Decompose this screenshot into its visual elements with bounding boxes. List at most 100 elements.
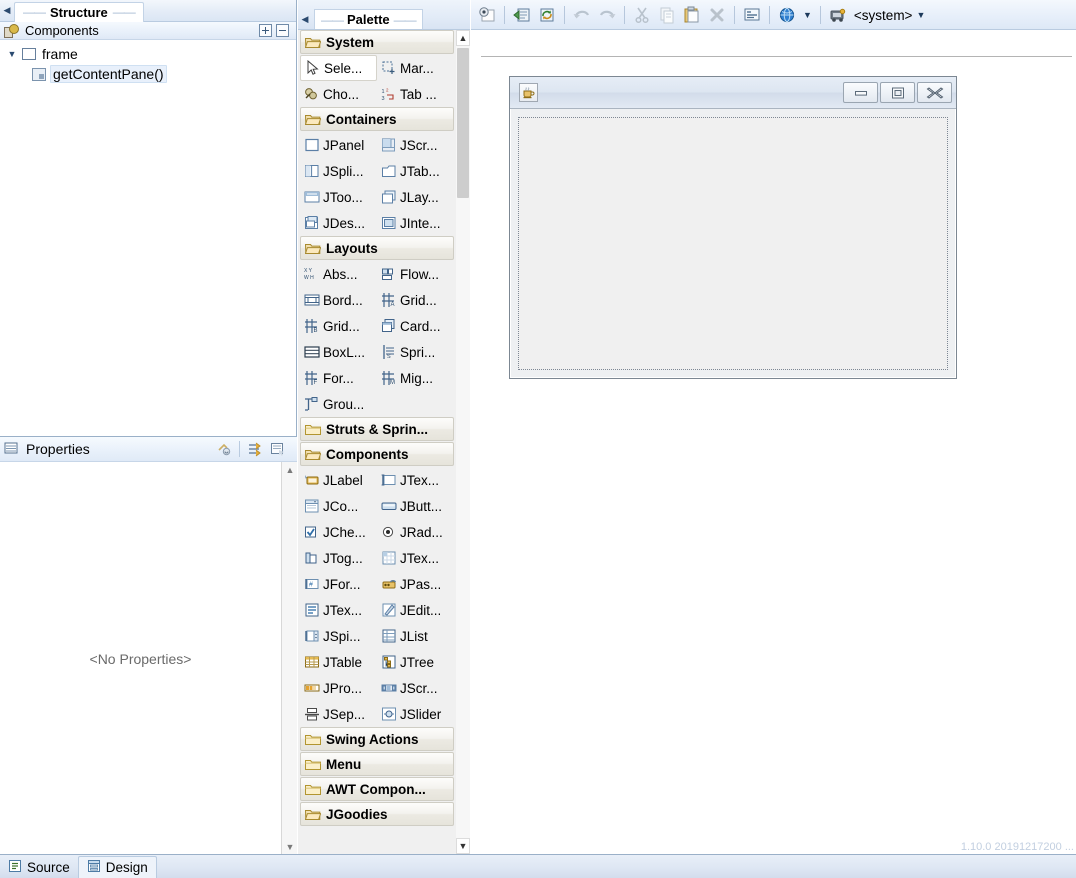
palette-category-system[interactable]: System (300, 30, 454, 54)
palette-category-awt-compon[interactable]: AWT Compon... (300, 777, 454, 801)
maximize-button[interactable] (880, 82, 915, 103)
folder-open-icon (304, 808, 322, 821)
palette-item-boxl[interactable]: BoxL... (300, 339, 377, 365)
palette-item-tab[interactable]: 1 2 3 Tab ... (377, 81, 454, 107)
folder-closed-icon (305, 423, 321, 436)
frame-titlebar[interactable] (510, 77, 956, 109)
palette-scroll-up-icon[interactable]: ▲ (456, 30, 470, 46)
palette-item-jfor[interactable]: # JFor... (300, 571, 377, 597)
open-source-icon[interactable] (510, 3, 534, 27)
tab-structure[interactable]: —— Structure —— (14, 1, 144, 22)
palette-category-label: Components (326, 446, 409, 462)
palette-category-struts-sprin[interactable]: Struts & Sprin... (300, 417, 454, 441)
tab-palette[interactable]: —— Palette —— (314, 9, 423, 29)
collapse-left-arrow-icon[interactable]: ◀ (0, 1, 14, 21)
scroll-up-icon[interactable]: ▲ (282, 462, 298, 478)
restore-default-icon[interactable] (216, 441, 232, 457)
tree-row[interactable]: ▼ frame (0, 44, 296, 64)
expand-all-button[interactable] (259, 24, 272, 37)
palette-item-jtoo[interactable]: JToo... (300, 184, 377, 210)
properties-scrollbar[interactable]: ▲ ▼ (281, 462, 297, 855)
palette-item-jtex[interactable]: JTex... (300, 597, 377, 623)
palette-item-flow[interactable]: Flow... (377, 261, 454, 287)
palette-collapse-arrow-icon[interactable]: ◀ (298, 9, 312, 29)
palette-scrollbar[interactable]: ▲ ▼ (456, 30, 470, 854)
palette-item-jinte[interactable]: JInte... (377, 210, 454, 236)
palette-item-jlay[interactable]: JLay... (377, 184, 454, 210)
palette-item-mig[interactable]: M Mig... (377, 365, 454, 391)
palette-item-jtex[interactable]: JTex... (377, 467, 454, 493)
palette-category-jgoodies[interactable]: JGoodies (300, 802, 454, 826)
look-and-feel-dropdown-arrow-icon[interactable]: ▼ (916, 10, 925, 20)
palette-item-jscr[interactable]: JScr... (377, 132, 454, 158)
palette-item-card[interactable]: Card... (377, 313, 454, 339)
locale-dropdown-arrow-icon[interactable]: ▼ (803, 10, 812, 20)
palette-item-jtree[interactable]: JTree (377, 649, 454, 675)
palette-item-jpro[interactable]: JPro... (300, 675, 377, 701)
palette-item-jche[interactable]: JChe... (300, 519, 377, 545)
palette-item-jrad[interactable]: JRad... (377, 519, 454, 545)
palette-item-bord[interactable]: Bord... (300, 287, 377, 313)
palette-item-jsep[interactable]: JSep... (300, 701, 377, 727)
tab-design[interactable]: Design (77, 856, 157, 878)
jtree-icon (381, 654, 397, 670)
palette-item-jpanel[interactable]: JPanel (300, 132, 377, 158)
tab-source[interactable]: Source (0, 856, 78, 878)
palette-scroll-down-icon[interactable]: ▼ (456, 838, 470, 854)
scroll-down-icon[interactable]: ▼ (282, 839, 298, 855)
cut-icon[interactable] (630, 3, 654, 27)
palette-item-jlist[interactable]: JList (377, 623, 454, 649)
palette-item-jco[interactable]: JCo... (300, 493, 377, 519)
palette-item-jtable[interactable]: JTable (300, 649, 377, 675)
show-events-icon[interactable] (270, 441, 286, 457)
tree-row[interactable]: getContentPane() (0, 64, 296, 84)
palette-item-grou[interactable]: Grou... (300, 391, 377, 417)
palette-item-grid[interactable]: A Grid... (377, 287, 454, 313)
palette-item-jspi[interactable]: JSpi... (300, 623, 377, 649)
palette-category-layouts[interactable]: Layouts (300, 236, 454, 260)
tab-dash-right: —— (112, 5, 136, 19)
palette-item-jtab[interactable]: JTab... (377, 158, 454, 184)
palette-item-jedit[interactable]: JEdit... (377, 597, 454, 623)
show-advanced-properties-icon[interactable] (247, 441, 263, 457)
palette-item-for[interactable]: F For... (300, 365, 377, 391)
minimize-button[interactable] (843, 82, 878, 103)
palette-category-components[interactable]: Components (300, 442, 454, 466)
collapse-all-button[interactable] (276, 24, 289, 37)
content-pane-region[interactable] (518, 117, 948, 370)
copy-icon[interactable] (655, 3, 679, 27)
palette-item-jdes[interactable]: JDes... (300, 210, 377, 236)
palette-item-grid[interactable]: B Grid... (300, 313, 377, 339)
palette-category-swing-actions[interactable]: Swing Actions (300, 727, 454, 751)
palette-item-jbutt[interactable]: JButt... (377, 493, 454, 519)
paste-icon[interactable] (680, 3, 704, 27)
look-and-feel-icon[interactable] (826, 3, 850, 27)
palette-category-menu[interactable]: Menu (300, 752, 454, 776)
palette-item-mar[interactable]: Mar... (377, 55, 454, 81)
palette-item-cho[interactable]: Cho... (300, 81, 377, 107)
refresh-icon[interactable] (535, 3, 559, 27)
palette-item-jspli[interactable]: JSpli... (300, 158, 377, 184)
palette-item-jlabel[interactable]: JLabel (300, 467, 377, 493)
palette-item-jslider[interactable]: JSlider (377, 701, 454, 727)
palette-item-jtog[interactable]: JTog... (300, 545, 377, 571)
locale-globe-icon[interactable] (775, 3, 799, 27)
palette-item-jpas[interactable]: JPas... (377, 571, 454, 597)
tab-dash-left: —— (23, 5, 46, 19)
externalize-strings-icon[interactable] (740, 3, 764, 27)
test-icon[interactable] (475, 3, 499, 27)
palette-item-jtex[interactable]: JTex... (377, 545, 454, 571)
palette-item-spri[interactable]: S Spri... (377, 339, 454, 365)
delete-icon[interactable] (705, 3, 729, 27)
close-button[interactable] (917, 82, 952, 103)
palette-category-containers[interactable]: Containers (300, 107, 454, 131)
undo-icon[interactable] (570, 3, 594, 27)
palette-scroll-thumb[interactable] (457, 48, 469, 198)
palette-item-jscr[interactable]: JScr... (377, 675, 454, 701)
palette-item-sele[interactable]: Sele... (300, 55, 377, 81)
design-canvas[interactable] (471, 30, 1076, 854)
redo-icon[interactable] (595, 3, 619, 27)
palette-item-abs[interactable]: X YW H Abs... (300, 261, 377, 287)
chevron-down-icon[interactable]: ▼ (6, 49, 18, 59)
design-frame-preview[interactable] (509, 76, 957, 379)
